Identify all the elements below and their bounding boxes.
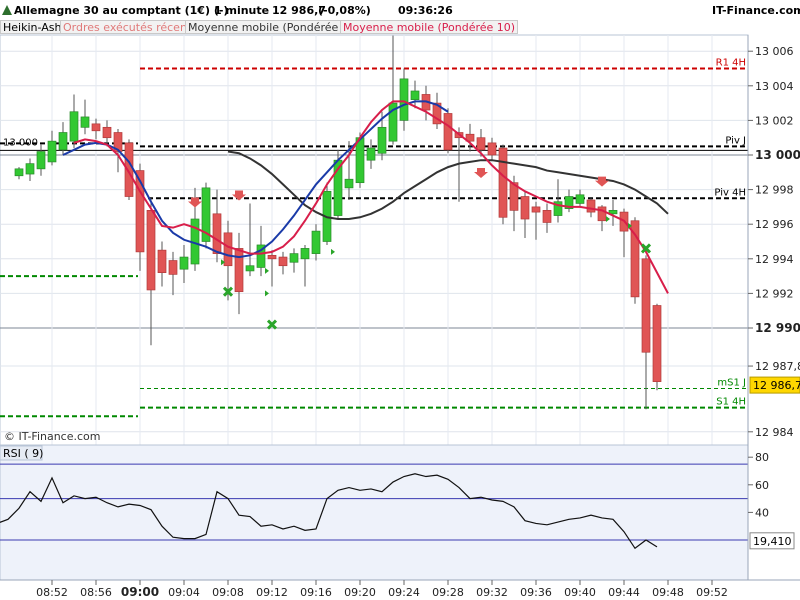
level-label: mS1 J bbox=[717, 378, 746, 389]
candle[interactable] bbox=[212, 213, 222, 254]
time-tick-label: 09:44 bbox=[608, 586, 640, 599]
candle[interactable] bbox=[344, 178, 354, 189]
time-tick-label: 09:40 bbox=[564, 586, 596, 599]
rsi-panel[interactable] bbox=[0, 444, 749, 581]
time-tick-label: 09:08 bbox=[212, 586, 244, 599]
price-tick-label: 12 996 bbox=[755, 218, 794, 231]
candle[interactable] bbox=[366, 147, 376, 161]
price-tick-label: 12 992 bbox=[755, 287, 794, 300]
time-tick-label: 09:32 bbox=[476, 586, 508, 599]
candle[interactable] bbox=[355, 137, 365, 184]
candle[interactable] bbox=[69, 111, 79, 142]
time-tick-label: 09:48 bbox=[652, 586, 684, 599]
time-tick-label: 08:56 bbox=[80, 586, 112, 599]
candle[interactable] bbox=[575, 194, 585, 204]
time-tick-label: 09:12 bbox=[256, 586, 288, 599]
candle[interactable] bbox=[102, 126, 112, 139]
candle[interactable] bbox=[58, 132, 68, 151]
time-tick-label: 09:52 bbox=[696, 586, 728, 599]
price-tick-label: 12 990 bbox=[755, 321, 800, 335]
candle[interactable] bbox=[25, 163, 35, 175]
candle[interactable] bbox=[36, 151, 46, 170]
level-label: Piv 4H bbox=[714, 187, 746, 198]
rsi-tick-label: 40 bbox=[755, 506, 769, 519]
price-tick-label: 13 000 bbox=[755, 148, 800, 162]
candle[interactable] bbox=[91, 123, 101, 132]
time-tick-label: 09:20 bbox=[344, 586, 376, 599]
candle[interactable] bbox=[520, 196, 530, 220]
candle[interactable] bbox=[300, 248, 310, 260]
candle[interactable] bbox=[234, 248, 244, 293]
candle[interactable] bbox=[443, 113, 453, 151]
candle[interactable] bbox=[641, 258, 651, 353]
time-tick-label: 09:36 bbox=[520, 586, 552, 599]
candle[interactable] bbox=[531, 206, 541, 213]
candle[interactable] bbox=[289, 253, 299, 263]
price-tick-label: 12 987,8 bbox=[755, 360, 800, 373]
price-tick-label: 13 002 bbox=[755, 114, 794, 127]
price-tick-label: 13 004 bbox=[755, 80, 794, 93]
candle[interactable] bbox=[652, 305, 662, 382]
candle[interactable] bbox=[586, 199, 596, 213]
candle[interactable] bbox=[498, 147, 508, 218]
candle[interactable] bbox=[399, 78, 409, 121]
level-label: R1 4H bbox=[716, 58, 746, 69]
price-tick-label: 12 984 bbox=[755, 426, 794, 439]
candle[interactable] bbox=[80, 116, 90, 128]
rsi-tick-label: 80 bbox=[755, 451, 769, 464]
candle[interactable] bbox=[223, 232, 233, 267]
price-tick-label: 12 998 bbox=[755, 184, 794, 197]
rsi-tick-label: 60 bbox=[755, 479, 769, 492]
candle[interactable] bbox=[476, 137, 486, 151]
candle[interactable] bbox=[267, 254, 277, 260]
time-tick-label: 09:00 bbox=[121, 585, 159, 599]
candle[interactable] bbox=[146, 210, 156, 291]
price-tick-label: 13 006 bbox=[755, 45, 794, 58]
time-tick-label: 09:24 bbox=[388, 586, 420, 599]
level-label: Piv J bbox=[725, 135, 746, 146]
current-price-label: 12 986,7 bbox=[753, 379, 800, 392]
candle[interactable] bbox=[278, 256, 288, 267]
price-tick-label: 12 994 bbox=[755, 253, 794, 266]
candle[interactable] bbox=[487, 142, 497, 156]
left-level-label: 13 000 bbox=[3, 137, 38, 148]
time-tick-label: 09:04 bbox=[168, 586, 200, 599]
candle[interactable] bbox=[542, 210, 552, 223]
rsi-label: RSI ( 9) bbox=[3, 447, 43, 460]
candle[interactable] bbox=[311, 230, 321, 254]
time-tick-label: 08:52 bbox=[36, 586, 68, 599]
time-tick-label: 09:16 bbox=[300, 586, 332, 599]
candle[interactable] bbox=[179, 256, 189, 270]
watermark: © IT-Finance.com bbox=[4, 430, 101, 443]
candle[interactable] bbox=[245, 265, 255, 272]
time-tick-label: 09:28 bbox=[432, 586, 464, 599]
candle[interactable] bbox=[377, 126, 387, 154]
rsi-current-label: 19,410 bbox=[753, 535, 792, 548]
candle[interactable] bbox=[168, 260, 178, 275]
level-label: S1 4H bbox=[716, 397, 746, 408]
candle[interactable] bbox=[14, 168, 24, 177]
candle[interactable] bbox=[47, 140, 57, 163]
candle[interactable] bbox=[157, 249, 167, 273]
chart-svg: R1 4H 13 000 Piv J Piv 4H mS1 J S1 4H © IT-Fi… bbox=[0, 34, 800, 600]
candle[interactable] bbox=[410, 90, 420, 100]
